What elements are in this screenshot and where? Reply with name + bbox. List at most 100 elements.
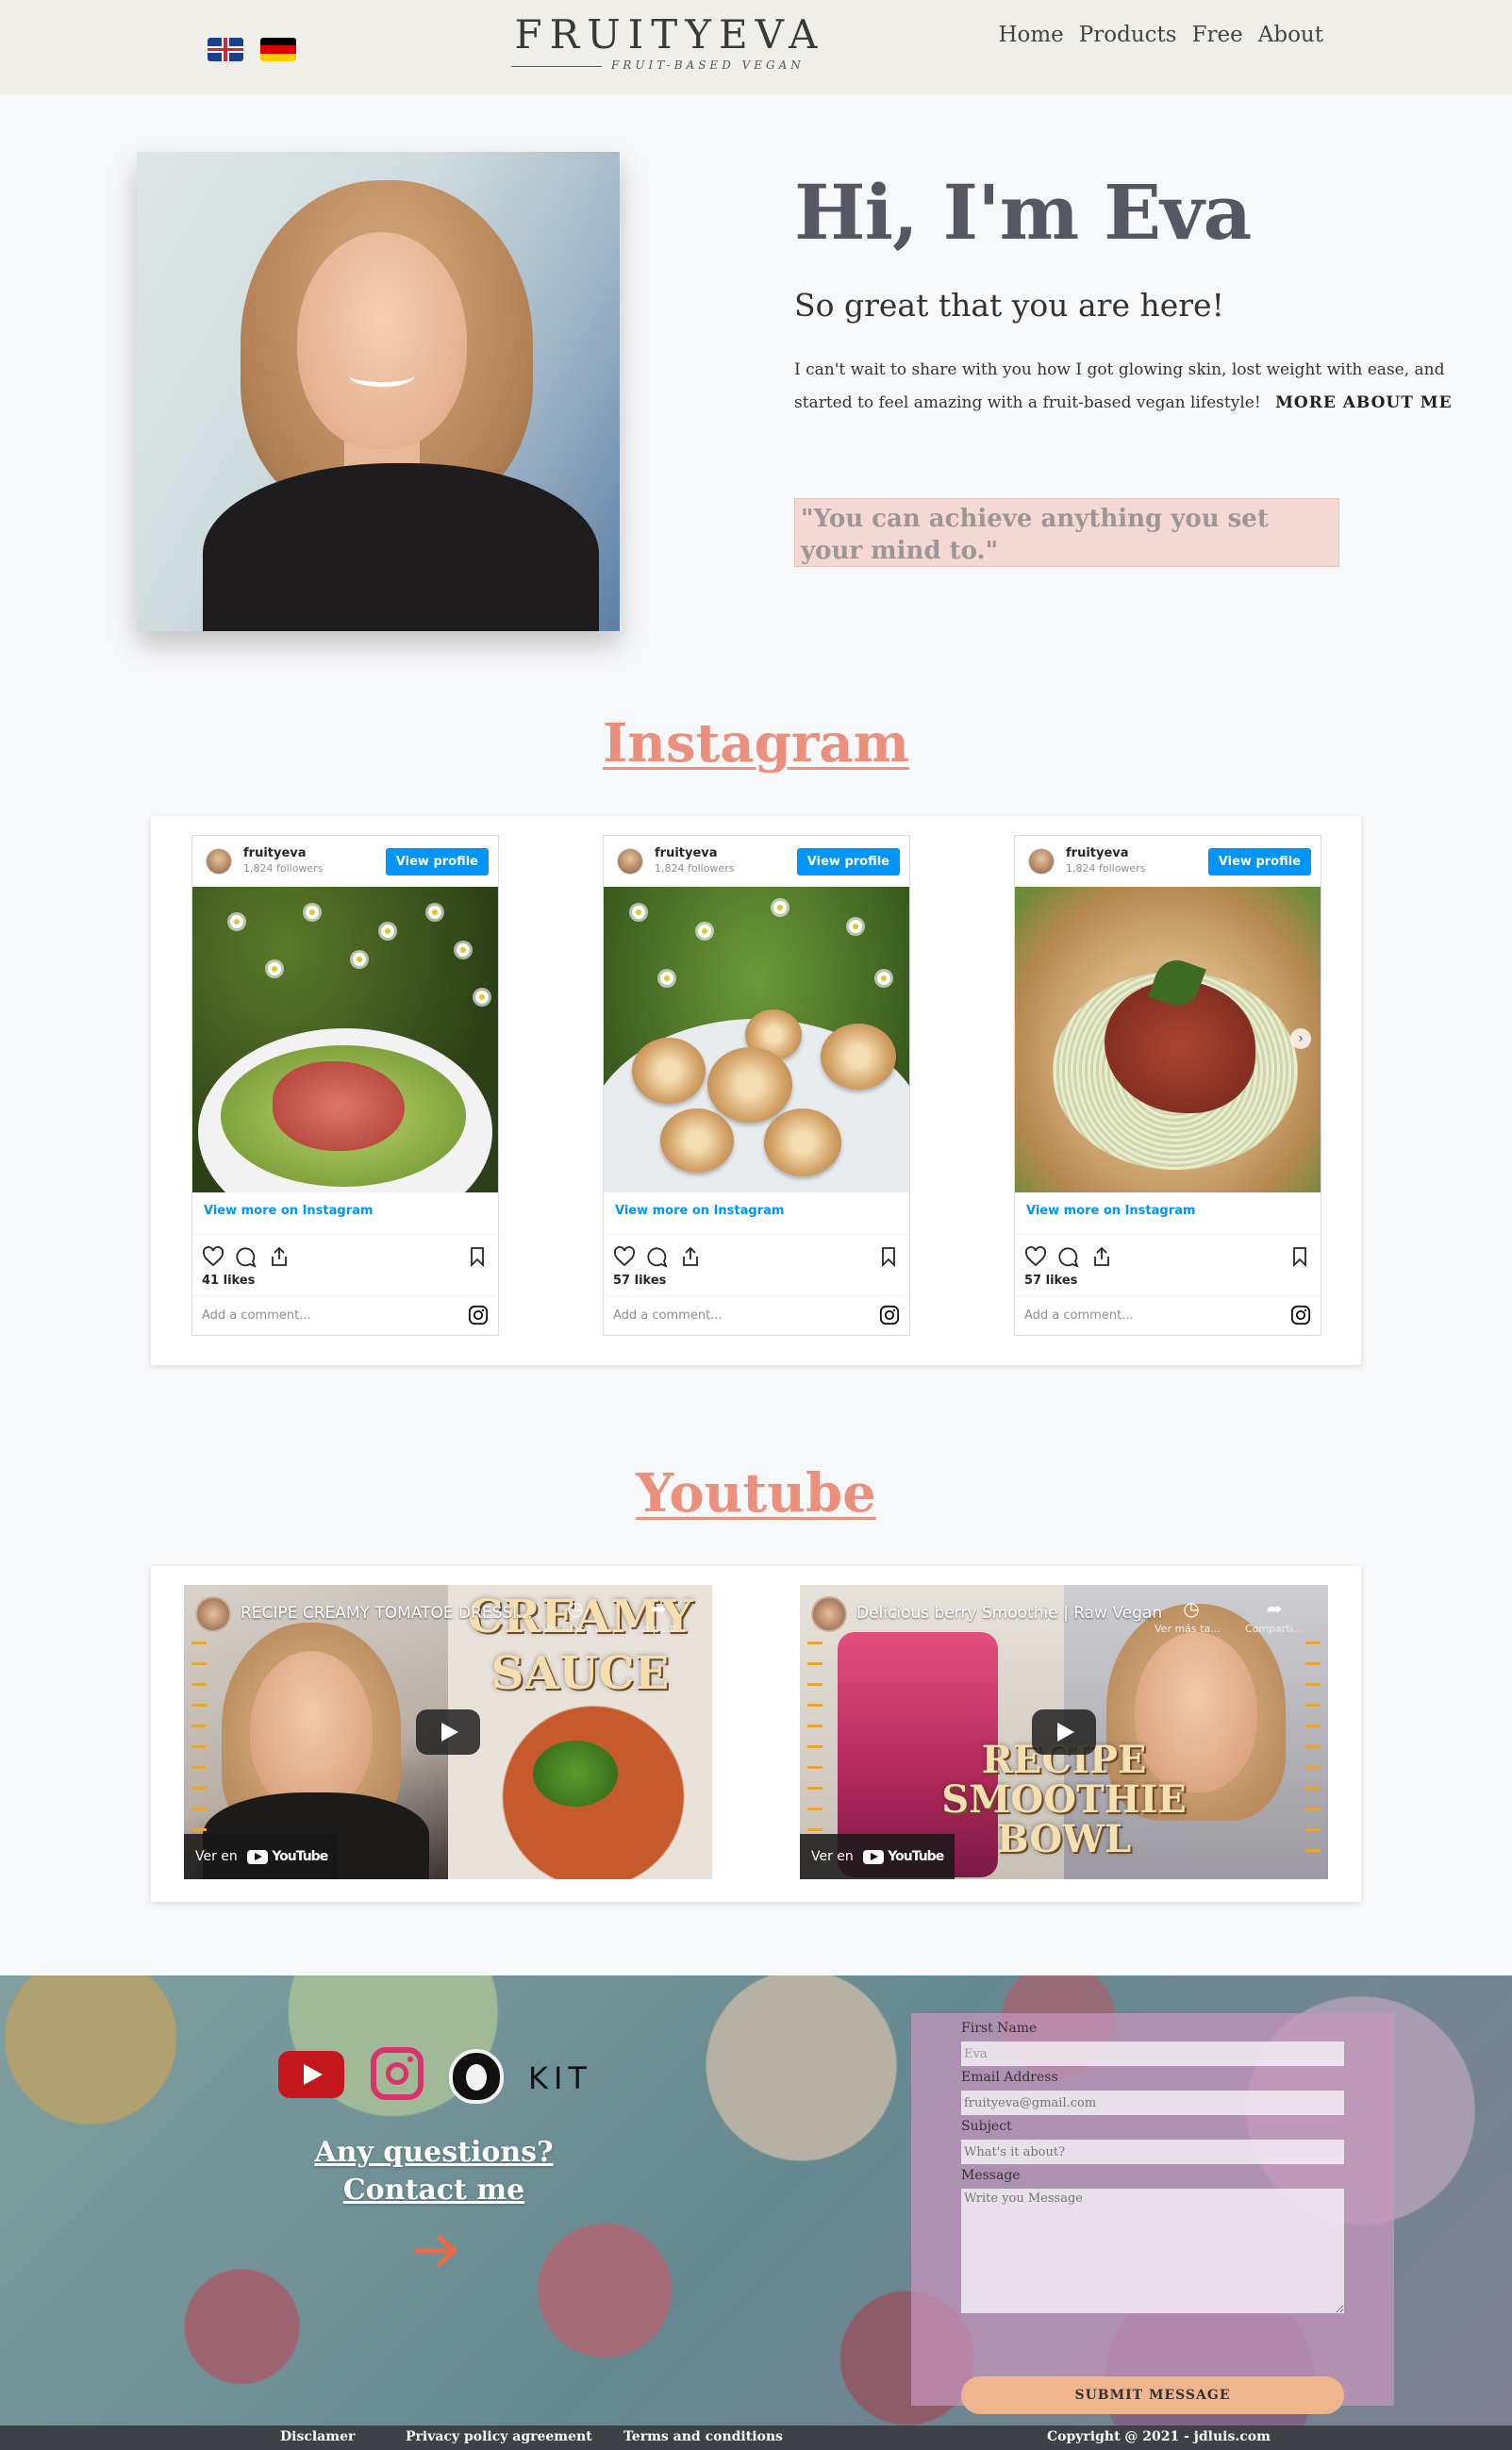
main-nav: Home Products Free About: [998, 23, 1323, 47]
first-name-field[interactable]: [961, 2042, 1344, 2066]
comment-input[interactable]: Add a comment...: [613, 1308, 723, 1323]
logo-title: FRUITYEVA: [514, 11, 825, 58]
post-photo-zucchini-noodles[interactable]: [192, 887, 498, 1192]
instagram-icon[interactable]: [879, 1305, 900, 1325]
post-username[interactable]: fruityeva: [655, 846, 718, 860]
germany-flag-icon[interactable]: [260, 38, 296, 61]
heart-icon[interactable]: [202, 1245, 224, 1268]
instagram-section-title[interactable]: Instagram: [0, 712, 1512, 775]
youtube-icon: [246, 1849, 268, 1864]
youtube-icon: [862, 1849, 884, 1864]
thumbnail-caption-line2: SMOOTHIE: [941, 1777, 1187, 1822]
comment-icon[interactable]: [1056, 1245, 1079, 1268]
contact-prompt[interactable]: Any questions? Contact me: [283, 2134, 585, 2209]
site-logo[interactable]: FRUITYEVA FRUIT-BASED VEGAN: [509, 11, 830, 77]
watch-on-youtube-button[interactable]: Ver en YouTube: [800, 1834, 955, 1879]
first-name-label: First Name: [961, 2021, 1038, 2036]
share-label[interactable]: Comparti...: [1245, 1623, 1303, 1635]
instagram-post: fruityeva 1,824 followers View profile ›…: [1014, 835, 1321, 1336]
hero-heading: Hi, I'm Eva: [794, 168, 1252, 257]
avatar[interactable]: [206, 848, 232, 875]
comment-icon[interactable]: [234, 1245, 257, 1268]
bookmark-icon[interactable]: [877, 1245, 900, 1268]
subject-field[interactable]: [961, 2140, 1344, 2164]
post-photo-zucchini-pasta[interactable]: ›: [1015, 887, 1321, 1192]
view-more-instagram-link[interactable]: View more on Instagram: [204, 1204, 373, 1218]
post-header: fruityeva 1,824 followers View profile: [1015, 836, 1321, 887]
more-about-me-link[interactable]: MORE ABOUT ME: [1275, 393, 1452, 412]
united-kingdom-flag-icon[interactable]: [208, 38, 243, 61]
watch-on-youtube-button[interactable]: Ver en YouTube: [184, 1834, 340, 1879]
any-questions-link[interactable]: Any questions?: [283, 2134, 585, 2172]
comment-icon[interactable]: [645, 1245, 668, 1268]
instagram-icon[interactable]: [468, 1305, 489, 1325]
share-icon[interactable]: [1090, 1245, 1113, 1268]
bookmark-icon[interactable]: [1288, 1245, 1311, 1268]
instagram-icon[interactable]: [1290, 1305, 1311, 1325]
hero-intro: I can't wait to share with you how I got…: [794, 354, 1483, 420]
share-icon[interactable]: ➦: [646, 1596, 671, 1621]
follower-count: 1,824 followers: [1066, 862, 1146, 875]
nav-about[interactable]: About: [1258, 23, 1323, 47]
share-label[interactable]: Compartir: [629, 1623, 681, 1635]
privacy-policy-link[interactable]: Privacy policy agreement: [406, 2429, 592, 2444]
post-actions: [202, 1243, 489, 1270]
disclaimer-link[interactable]: Disclamer: [280, 2429, 355, 2444]
submit-message-button[interactable]: SUBMIT MESSAGE: [961, 2376, 1344, 2414]
divider: [1015, 1234, 1321, 1235]
next-arrow-icon[interactable]: ›: [1290, 1028, 1311, 1049]
view-profile-button[interactable]: View profile: [796, 848, 900, 875]
play-button[interactable]: [416, 1709, 480, 1755]
terms-link[interactable]: Terms and conditions: [623, 2429, 783, 2444]
bottom-bar: Disclamer Privacy policy agreement Terms…: [0, 2425, 1512, 2450]
hero-subheading: So great that you are here!: [794, 287, 1224, 324]
post-header: fruityeva 1,824 followers View profile: [604, 836, 909, 887]
view-more-instagram-link[interactable]: View more on Instagram: [1026, 1204, 1195, 1218]
post-username[interactable]: fruityeva: [243, 846, 307, 860]
view-more-instagram-link[interactable]: View more on Instagram: [615, 1204, 784, 1218]
view-profile-button[interactable]: View profile: [385, 848, 489, 875]
eva-portrait-photo: [137, 152, 620, 631]
view-profile-button[interactable]: View profile: [1207, 848, 1311, 875]
video-title[interactable]: RECIPE CREAMY TOMATOE DRESSI...: [241, 1604, 590, 1623]
heart-icon[interactable]: [613, 1245, 636, 1268]
channel-avatar[interactable]: [811, 1596, 847, 1632]
nav-home[interactable]: Home: [998, 23, 1063, 47]
youtube-video-embed[interactable]: RECIPE SMOOTHIE BOWL Delicious berry Smo…: [800, 1585, 1328, 1879]
likes-count: 41 likes: [202, 1274, 256, 1288]
youtube-logo: YouTube: [862, 1834, 944, 1879]
clock-icon[interactable]: ◷: [563, 1596, 588, 1621]
play-button[interactable]: [1032, 1709, 1096, 1755]
post-username[interactable]: fruityeva: [1066, 846, 1129, 860]
kit-icon[interactable]: KIT: [528, 2060, 592, 2096]
comment-input[interactable]: Add a comment...: [1024, 1308, 1134, 1323]
mailchimp-icon[interactable]: [449, 2049, 504, 2104]
post-photo-cinnamon-rolls[interactable]: [604, 887, 909, 1192]
share-icon[interactable]: ➦: [1262, 1596, 1287, 1621]
channel-avatar[interactable]: [195, 1596, 231, 1632]
bookmark-icon[interactable]: [466, 1245, 489, 1268]
divider: [192, 1234, 498, 1235]
video-title[interactable]: Delicious berry Smoothie | Raw Vegan: [856, 1604, 1205, 1623]
heart-icon[interactable]: [1024, 1245, 1047, 1268]
nav-products[interactable]: Products: [1079, 23, 1177, 47]
avatar[interactable]: [617, 848, 643, 875]
email-field[interactable]: [961, 2091, 1344, 2115]
share-icon[interactable]: [268, 1245, 291, 1268]
divider: [1015, 1295, 1321, 1296]
youtube-icon[interactable]: [278, 2051, 344, 2098]
youtube-wordmark: YouTube: [272, 1849, 328, 1864]
instagram-icon[interactable]: [371, 2047, 424, 2100]
watch-on-label: Ver en: [811, 1849, 854, 1864]
message-field[interactable]: [961, 2189, 1344, 2313]
youtube-section-title[interactable]: Youtube: [0, 1462, 1512, 1525]
avatar[interactable]: [1028, 848, 1055, 875]
comment-input[interactable]: Add a comment...: [202, 1308, 311, 1323]
youtube-video-embed[interactable]: CREAMY SAUCE RECIPE CREAMY TOMATOE DRESS…: [184, 1585, 712, 1879]
clock-icon[interactable]: ◷: [1179, 1596, 1204, 1621]
watch-later-label[interactable]: Ver más ta...: [542, 1623, 608, 1635]
share-icon[interactable]: [679, 1245, 702, 1268]
contact-me-link[interactable]: Contact me: [283, 2172, 585, 2209]
nav-free[interactable]: Free: [1192, 23, 1243, 47]
watch-later-label[interactable]: Ver más ta...: [1155, 1623, 1221, 1635]
